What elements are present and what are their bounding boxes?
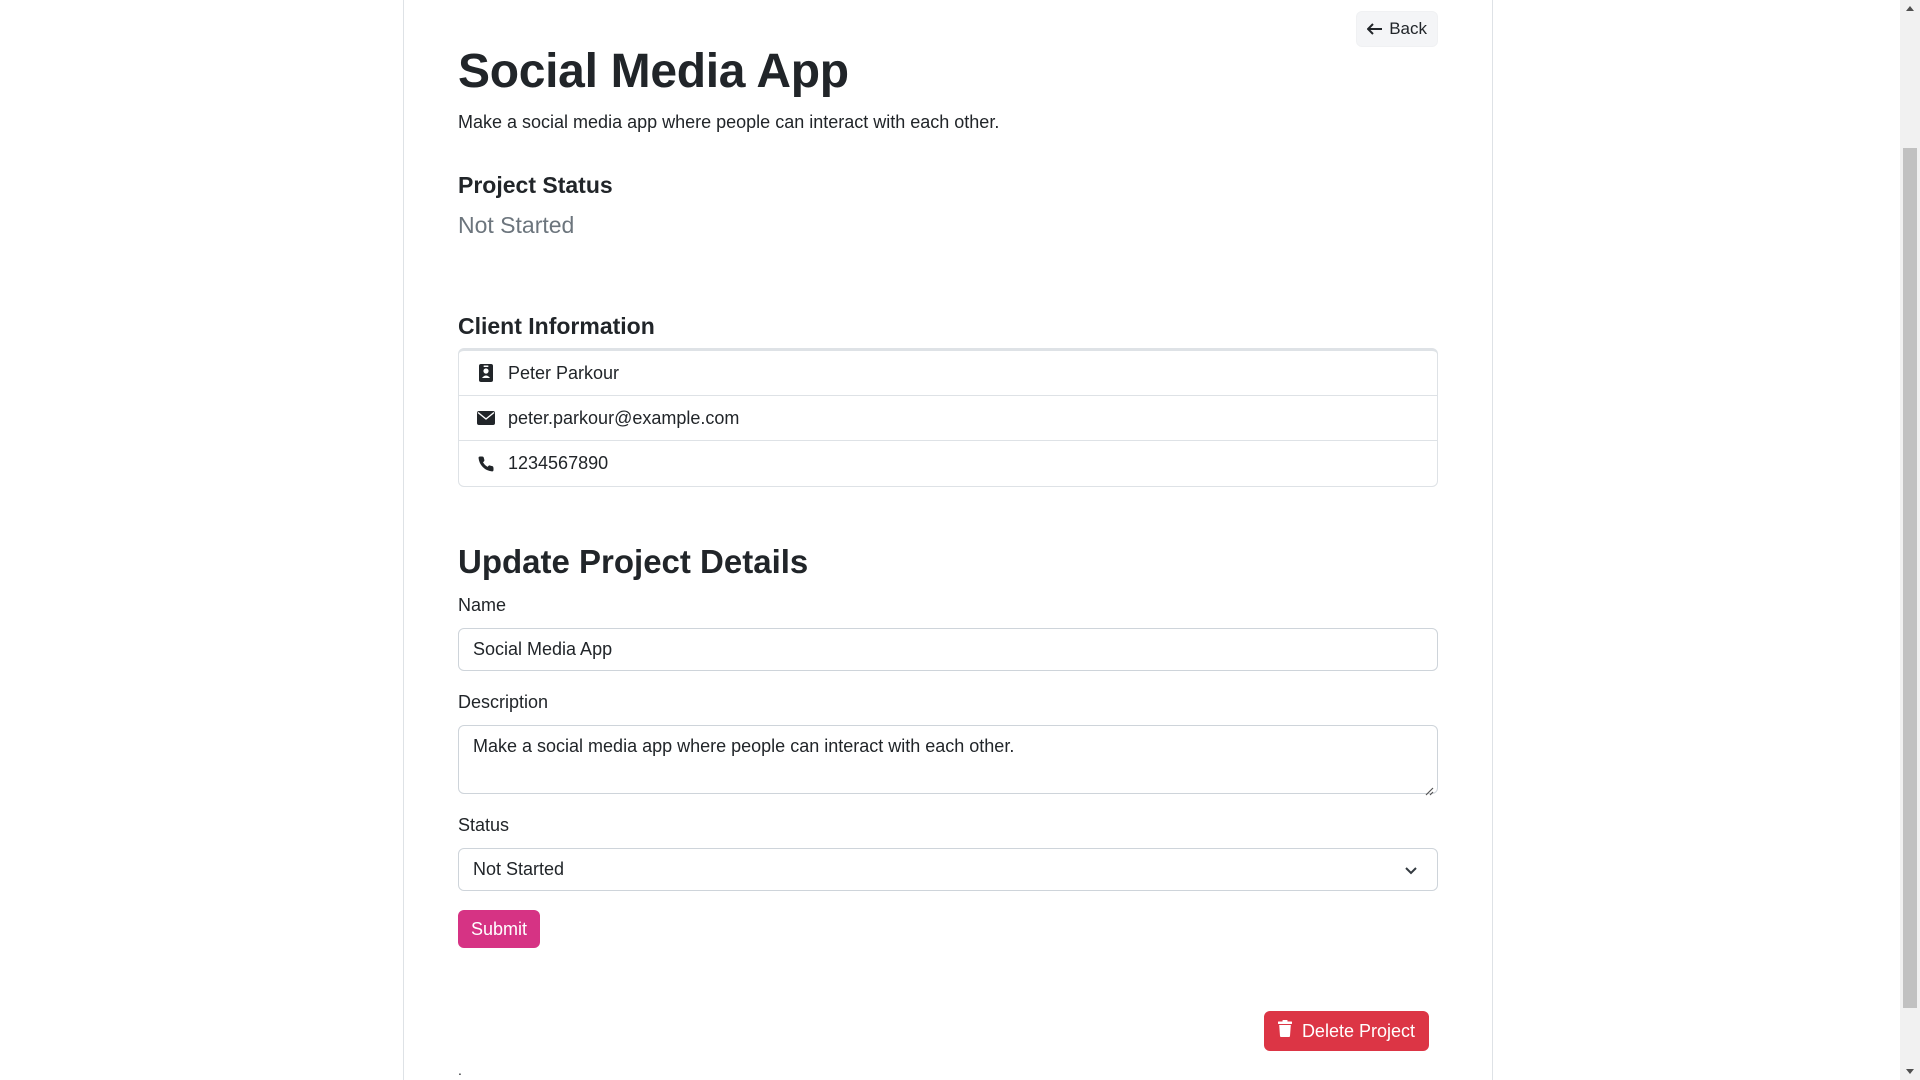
phone-icon (476, 454, 496, 474)
app-viewport: Back Social Media App Make a social medi… (0, 0, 1920, 1080)
scroll-down-arrow-icon[interactable] (1900, 1063, 1920, 1080)
page-scrollbar[interactable] (1900, 0, 1920, 1080)
name-label: Name (458, 595, 507, 615)
id-badge-icon (476, 363, 496, 383)
delete-project-label: Delete Project (1301, 1020, 1415, 1041)
name-input[interactable]: Social Media App (458, 628, 1438, 671)
footer-dot: . (458, 1062, 462, 1078)
client-email: peter.parkour@example.com (508, 407, 740, 428)
page-title: Social Media App (458, 45, 849, 98)
project-container: Back Social Media App Make a social medi… (403, 0, 1493, 1080)
client-email-item: peter.parkour@example.com (459, 396, 1437, 441)
name-input-value: Social Media App (473, 639, 613, 659)
client-phone-item: 1234567890 (459, 441, 1437, 486)
description-textarea-value: Make a social media app where people can… (473, 736, 1015, 756)
project-status-value: Not Started (458, 212, 575, 238)
delete-project-button[interactable]: Delete Project (1263, 1011, 1429, 1051)
description-label: Description (458, 692, 549, 712)
back-button[interactable]: Back (1356, 11, 1438, 47)
client-information-heading: Client Information (458, 313, 655, 339)
description-textarea[interactable]: Make a social media app where people can… (458, 725, 1438, 796)
resize-grip-icon[interactable] (1424, 780, 1434, 796)
client-name: Peter Parkour (508, 362, 620, 383)
client-name-item: Peter Parkour (459, 351, 1437, 396)
scrollbar-thumb[interactable] (1903, 148, 1917, 1008)
status-label: Status (458, 815, 510, 835)
back-button-label: Back (1389, 19, 1427, 38)
project-status-heading: Project Status (458, 172, 613, 198)
client-phone: 1234567890 (508, 453, 609, 473)
arrow-left-icon (1366, 20, 1383, 38)
project-description: Make a social media app where people can… (458, 112, 1000, 132)
trash-icon (1277, 1020, 1292, 1042)
envelope-icon (476, 408, 496, 428)
status-select-value: Not Started (473, 859, 565, 879)
client-info-list: Peter Parkour peter.parkour@example.com … (458, 348, 1438, 487)
chevron-down-icon (1403, 862, 1419, 878)
status-select[interactable]: Not Started (458, 848, 1438, 891)
submit-button-label: Submit (471, 918, 528, 939)
scroll-up-arrow-icon[interactable] (1900, 0, 1920, 17)
submit-button[interactable]: Submit (458, 910, 541, 948)
update-project-heading: Update Project Details (458, 543, 809, 580)
